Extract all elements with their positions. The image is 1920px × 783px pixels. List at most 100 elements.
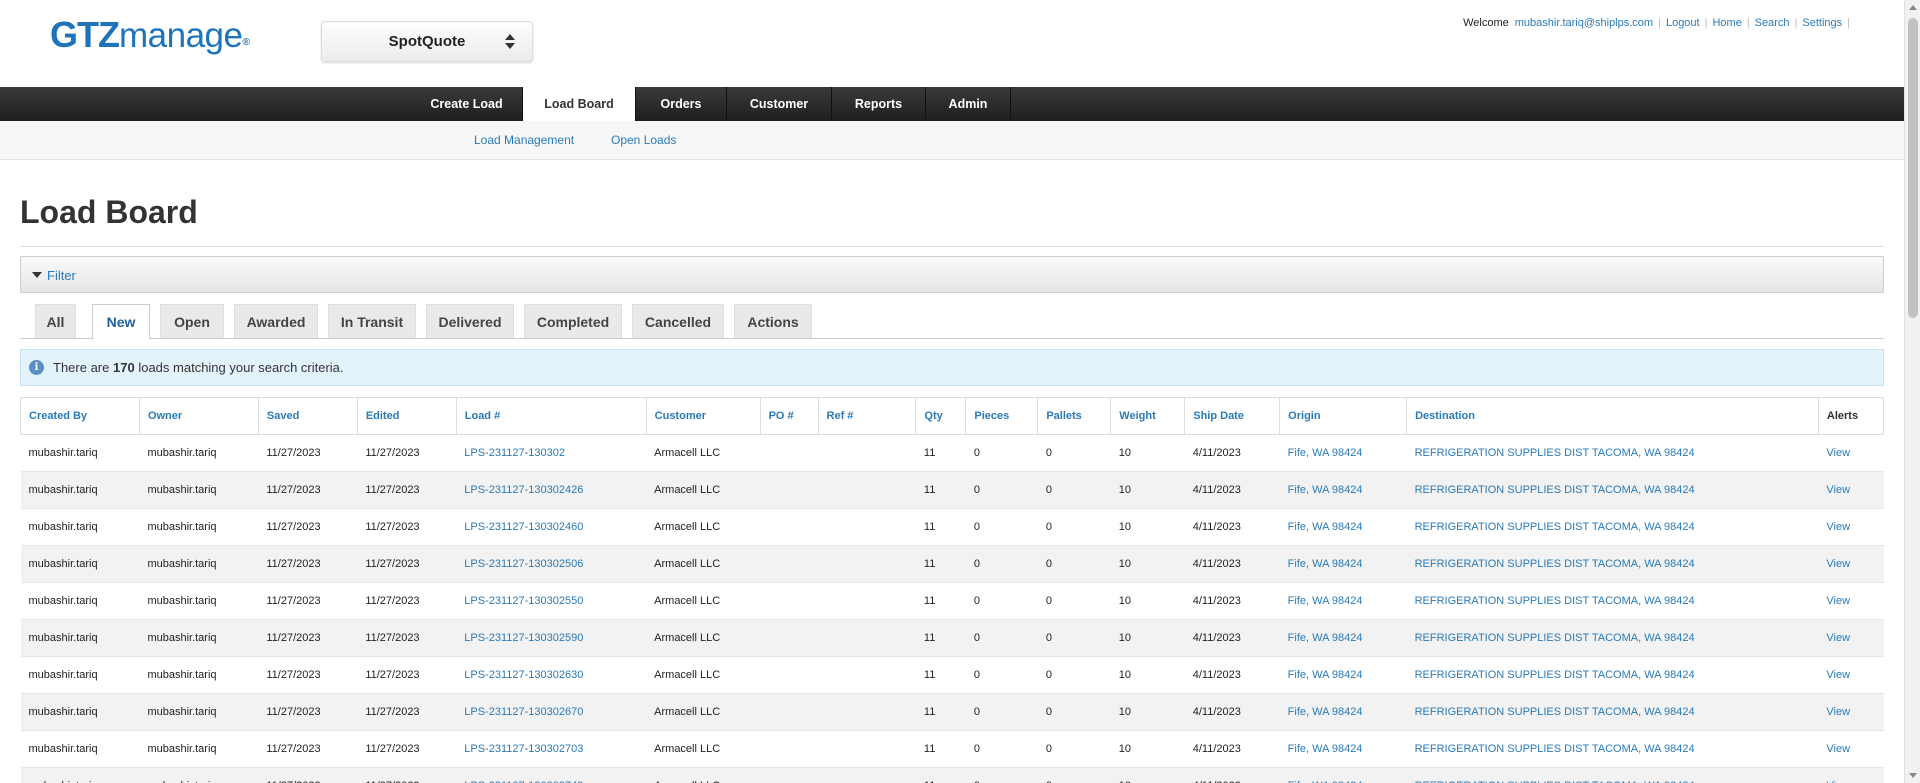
view-alerts-link[interactable]: View [1826,484,1850,496]
destination-link[interactable]: REFRIGERATION SUPPLIES DIST TACOMA, WA 9… [1415,447,1695,459]
nav-load-board[interactable]: Load Board [523,87,635,121]
scroll-up-icon[interactable] [1909,5,1917,10]
result-count: 170 [113,360,135,375]
tab-actions[interactable]: Actions [734,304,812,338]
table-cell: 0 [965,693,1038,731]
column-header-qty[interactable]: Qty [915,397,966,435]
load-number-link[interactable]: LPS-231127-130302630 [464,669,583,681]
load-number-link[interactable]: LPS-231127-130302426 [464,484,583,496]
destination-link[interactable]: REFRIGERATION SUPPLIES DIST TACOMA, WA 9… [1415,595,1695,607]
subnav-open-loads[interactable]: Open Loads [611,133,676,147]
column-header-pallets[interactable]: Pallets [1037,397,1111,435]
column-header-created-by[interactable]: Created By [20,397,140,435]
table-cell: Fife, WA 98424 [1279,619,1407,657]
view-alerts-link[interactable]: View [1826,521,1850,533]
load-number-link[interactable]: LPS-231127-130302670 [464,706,583,718]
load-number-link[interactable]: LPS-231127-130302703 [464,743,583,755]
table-cell [760,730,819,768]
nav-reports[interactable]: Reports [832,87,926,121]
table-row: mubashir.tariqmubashir.tariq11/27/202311… [20,471,1884,509]
table-cell [818,767,916,783]
column-header-load[interactable]: Load # [455,397,647,435]
destination-link[interactable]: REFRIGERATION SUPPLIES DIST TACOMA, WA 9… [1415,484,1695,496]
origin-link[interactable]: Fife, WA 98424 [1288,558,1363,570]
view-alerts-link[interactable]: View [1826,595,1850,607]
tab-delivered[interactable]: Delivered [426,304,514,338]
origin-link[interactable]: Fife, WA 98424 [1288,595,1363,607]
tab-in-transit[interactable]: In Transit [328,304,416,338]
filter-toggle[interactable]: Filter [20,256,1884,293]
settings-link[interactable]: Settings [1802,17,1842,29]
load-number-link[interactable]: LPS-231127-130302590 [464,632,583,644]
view-alerts-link[interactable]: View [1826,743,1850,755]
load-number-link[interactable]: LPS-231127-130302550 [464,595,583,607]
logout-link[interactable]: Logout [1666,17,1700,29]
column-header-owner[interactable]: Owner [138,397,259,435]
destination-link[interactable]: REFRIGERATION SUPPLIES DIST TACOMA, WA 9… [1415,632,1695,644]
destination-link[interactable]: REFRIGERATION SUPPLIES DIST TACOMA, WA 9… [1415,558,1695,570]
column-header-origin[interactable]: Origin [1279,397,1407,435]
view-alerts-link[interactable]: View [1826,558,1850,570]
table-cell: 11/27/2023 [357,434,457,472]
nav-orders[interactable]: Orders [635,87,727,121]
table-cell: View [1818,434,1884,472]
nav-admin[interactable]: Admin [926,87,1011,121]
tab-completed[interactable]: Completed [524,304,622,338]
origin-link[interactable]: Fife, WA 98424 [1288,669,1363,681]
search-link[interactable]: Search [1755,17,1790,29]
load-number-link[interactable]: LPS-231127-130302506 [464,558,583,570]
view-alerts-link[interactable]: View [1826,447,1850,459]
column-header-saved[interactable]: Saved [257,397,358,435]
scroll-down-icon[interactable] [1909,773,1917,778]
nav-create-load[interactable]: Create Load [411,87,523,121]
load-number-link[interactable]: LPS-231127-130302460 [464,521,583,533]
table-cell: 11/27/2023 [258,545,358,583]
table-cell: 11 [915,619,966,657]
tab-new[interactable]: New [92,304,150,340]
page-scrollbar[interactable] [1904,0,1920,783]
column-header-ref[interactable]: Ref # [817,397,916,435]
nav-customer[interactable]: Customer [727,87,832,121]
table-cell [760,582,819,620]
origin-link[interactable]: Fife, WA 98424 [1288,521,1363,533]
tab-cancelled[interactable]: Cancelled [632,304,724,338]
user-email-link[interactable]: mubashir.tariq@shiplps.com [1515,17,1653,29]
column-header-edited[interactable]: Edited [356,397,457,435]
column-header-po[interactable]: PO # [759,397,819,435]
destination-link[interactable]: REFRIGERATION SUPPLIES DIST TACOMA, WA 9… [1415,669,1695,681]
tab-open[interactable]: Open [160,304,224,338]
view-alerts-link[interactable]: View [1826,669,1850,681]
table-cell: LPS-231127-130302590 [456,619,647,657]
table-cell: 0 [965,619,1038,657]
table-cell: 0 [965,767,1038,783]
subnav-load-management[interactable]: Load Management [474,133,574,147]
origin-link[interactable]: Fife, WA 98424 [1288,743,1363,755]
scrollbar-thumb[interactable] [1908,18,1918,318]
column-header-ship-date[interactable]: Ship Date [1184,397,1280,435]
view-alerts-link[interactable]: View [1826,632,1850,644]
home-link[interactable]: Home [1712,17,1741,29]
column-header-destination[interactable]: Destination [1406,397,1819,435]
table-cell: 4/11/2023 [1184,434,1280,472]
column-header-weight[interactable]: Weight [1110,397,1185,435]
destination-link[interactable]: REFRIGERATION SUPPLIES DIST TACOMA, WA 9… [1415,706,1695,718]
column-header-pieces[interactable]: Pieces [965,397,1038,435]
origin-link[interactable]: Fife, WA 98424 [1288,484,1363,496]
tab-awarded[interactable]: Awarded [234,304,318,338]
origin-link[interactable]: Fife, WA 98424 [1288,632,1363,644]
table-cell [760,619,819,657]
app-selector[interactable]: SpotQuote [321,21,533,62]
column-header-customer[interactable]: Customer [645,397,761,435]
origin-link[interactable]: Fife, WA 98424 [1288,447,1363,459]
table-cell: 11/27/2023 [258,508,358,546]
destination-link[interactable]: REFRIGERATION SUPPLIES DIST TACOMA, WA 9… [1415,743,1695,755]
table-cell: Armacell LLC [646,619,761,657]
table-cell [818,434,916,472]
origin-link[interactable]: Fife, WA 98424 [1288,706,1363,718]
gtzmanage-logo[interactable]: GTZmanage® [50,14,250,56]
load-number-link[interactable]: LPS-231127-130302 [464,447,565,459]
tab-all[interactable]: All [35,304,76,338]
table-cell: 11/27/2023 [258,693,358,731]
destination-link[interactable]: REFRIGERATION SUPPLIES DIST TACOMA, WA 9… [1415,521,1695,533]
view-alerts-link[interactable]: View [1826,706,1850,718]
